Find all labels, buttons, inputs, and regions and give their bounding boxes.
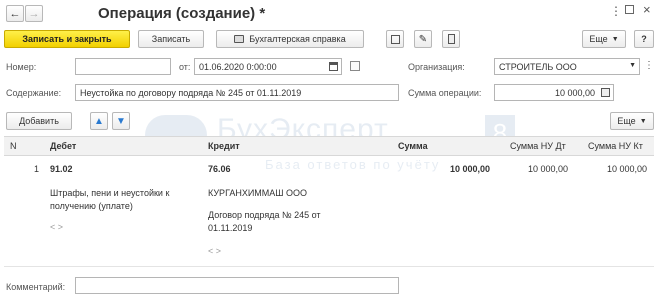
row-number: 1 bbox=[34, 164, 40, 174]
more-label: Еще bbox=[589, 34, 608, 44]
organization-label: Организация: bbox=[408, 62, 465, 72]
window-title: Операция (создание) * bbox=[98, 5, 266, 22]
calculator-icon[interactable] bbox=[601, 88, 610, 97]
structure-icon bbox=[390, 34, 400, 44]
arrow-left-icon: ← bbox=[9, 7, 21, 20]
help-button[interactable]: ? bbox=[634, 30, 654, 48]
printer-icon bbox=[234, 35, 245, 43]
table-row[interactable]: 1 91.02 Штрафы, пени и неустойки к получ… bbox=[4, 157, 654, 267]
amount-label: Сумма операции: bbox=[408, 88, 482, 98]
amount-field[interactable]: 10 000,00 bbox=[494, 84, 614, 101]
accounting-report-label: Бухгалтерская справка bbox=[249, 34, 346, 44]
number-label: Номер: bbox=[6, 62, 37, 72]
col-credit[interactable]: Кредит bbox=[208, 141, 240, 151]
restore-icon[interactable] bbox=[625, 5, 634, 14]
row-sum[interactable]: 10 000,00 bbox=[450, 163, 490, 176]
calendar-icon[interactable] bbox=[329, 62, 338, 71]
table-more-label: Еще bbox=[617, 116, 636, 126]
credit-subconto-1[interactable]: КУРГАНХИММАШ ООО bbox=[208, 187, 307, 200]
date-value: 01.06.2020 0:00:00 bbox=[199, 61, 277, 72]
paperclip-icon: ✎ bbox=[418, 33, 428, 45]
content-field[interactable]: Неустойка по договору подряда № 245 от 0… bbox=[75, 84, 399, 101]
date-field[interactable]: 01.06.2020 0:00:00 bbox=[194, 58, 342, 75]
save-button[interactable]: Записать bbox=[138, 30, 204, 48]
row-sum-nu-kt[interactable]: 10 000,00 bbox=[607, 163, 647, 176]
credit-subconto-2b[interactable]: 01.11.2019 bbox=[208, 222, 252, 235]
arrow-right-icon: → bbox=[28, 7, 40, 20]
more-button[interactable]: Еще ▼ bbox=[582, 30, 626, 48]
forward-button[interactable]: → bbox=[25, 5, 43, 22]
debit-account[interactable]: 91.02 bbox=[50, 163, 73, 176]
organization-value: СТРОИТЕЛЬ ООО bbox=[499, 61, 577, 72]
content-label: Содержание: bbox=[6, 88, 62, 98]
debit-subconto-1[interactable]: Штрафы, пени и неустойки к bbox=[50, 187, 169, 200]
number-edit-icon[interactable] bbox=[350, 61, 360, 71]
organization-open-icon[interactable]: ⋮ bbox=[644, 60, 654, 71]
organization-field[interactable]: СТРОИТЕЛЬ ООО ▼ bbox=[494, 58, 640, 75]
date-from-label: от: bbox=[179, 62, 191, 72]
menu-dots-icon[interactable]: ⋮ bbox=[610, 4, 622, 18]
add-row-button[interactable]: Добавить bbox=[6, 112, 72, 130]
debit-subconto-1b[interactable]: получению (уплате) bbox=[50, 200, 133, 213]
comment-label: Комментарий: bbox=[6, 282, 66, 292]
credit-account[interactable]: 76.06 bbox=[208, 163, 231, 176]
back-button[interactable]: ← bbox=[6, 5, 24, 22]
files-button[interactable] bbox=[442, 30, 460, 48]
number-field[interactable] bbox=[75, 58, 171, 75]
structure-button[interactable] bbox=[386, 30, 404, 48]
col-sum-nu-kt[interactable]: Сумма НУ Кт bbox=[588, 141, 643, 151]
table-more-chevron-icon: ▼ bbox=[639, 117, 647, 125]
close-icon[interactable]: × bbox=[643, 2, 651, 17]
post-and-close-button[interactable]: Записать и закрыть bbox=[4, 30, 130, 48]
col-n[interactable]: N bbox=[10, 141, 17, 151]
chevron-down-icon: ▼ bbox=[611, 35, 619, 43]
col-sum-nu-dt[interactable]: Сумма НУ Дт bbox=[510, 141, 566, 151]
amount-value: 10 000,00 bbox=[554, 87, 595, 98]
comment-field[interactable] bbox=[75, 277, 399, 294]
attach-button[interactable]: ✎ bbox=[414, 30, 432, 48]
accounting-report-button[interactable]: Бухгалтерская справка bbox=[216, 30, 364, 48]
table-more-button[interactable]: Еще ▼ bbox=[610, 112, 654, 130]
arrow-up-icon: ▲ bbox=[94, 115, 104, 127]
move-down-button[interactable]: ▼ bbox=[112, 112, 130, 130]
table-header: N Дебет Кредит Сумма Сумма НУ Дт Сумма Н… bbox=[4, 136, 654, 156]
move-up-button[interactable]: ▲ bbox=[90, 112, 108, 130]
document-icon bbox=[447, 34, 455, 44]
credit-subconto-empty[interactable]: < > bbox=[208, 245, 221, 258]
row-sum-nu-dt[interactable]: 10 000,00 bbox=[528, 163, 568, 176]
col-debit[interactable]: Дебет bbox=[50, 141, 76, 151]
arrow-down-icon: ▼ bbox=[116, 115, 126, 127]
debit-subconto-empty[interactable]: < > bbox=[50, 221, 63, 234]
col-sum[interactable]: Сумма bbox=[398, 141, 428, 151]
credit-subconto-2[interactable]: Договор подряда № 245 от bbox=[208, 209, 321, 222]
organization-dropdown-icon[interactable]: ▼ bbox=[629, 62, 636, 69]
